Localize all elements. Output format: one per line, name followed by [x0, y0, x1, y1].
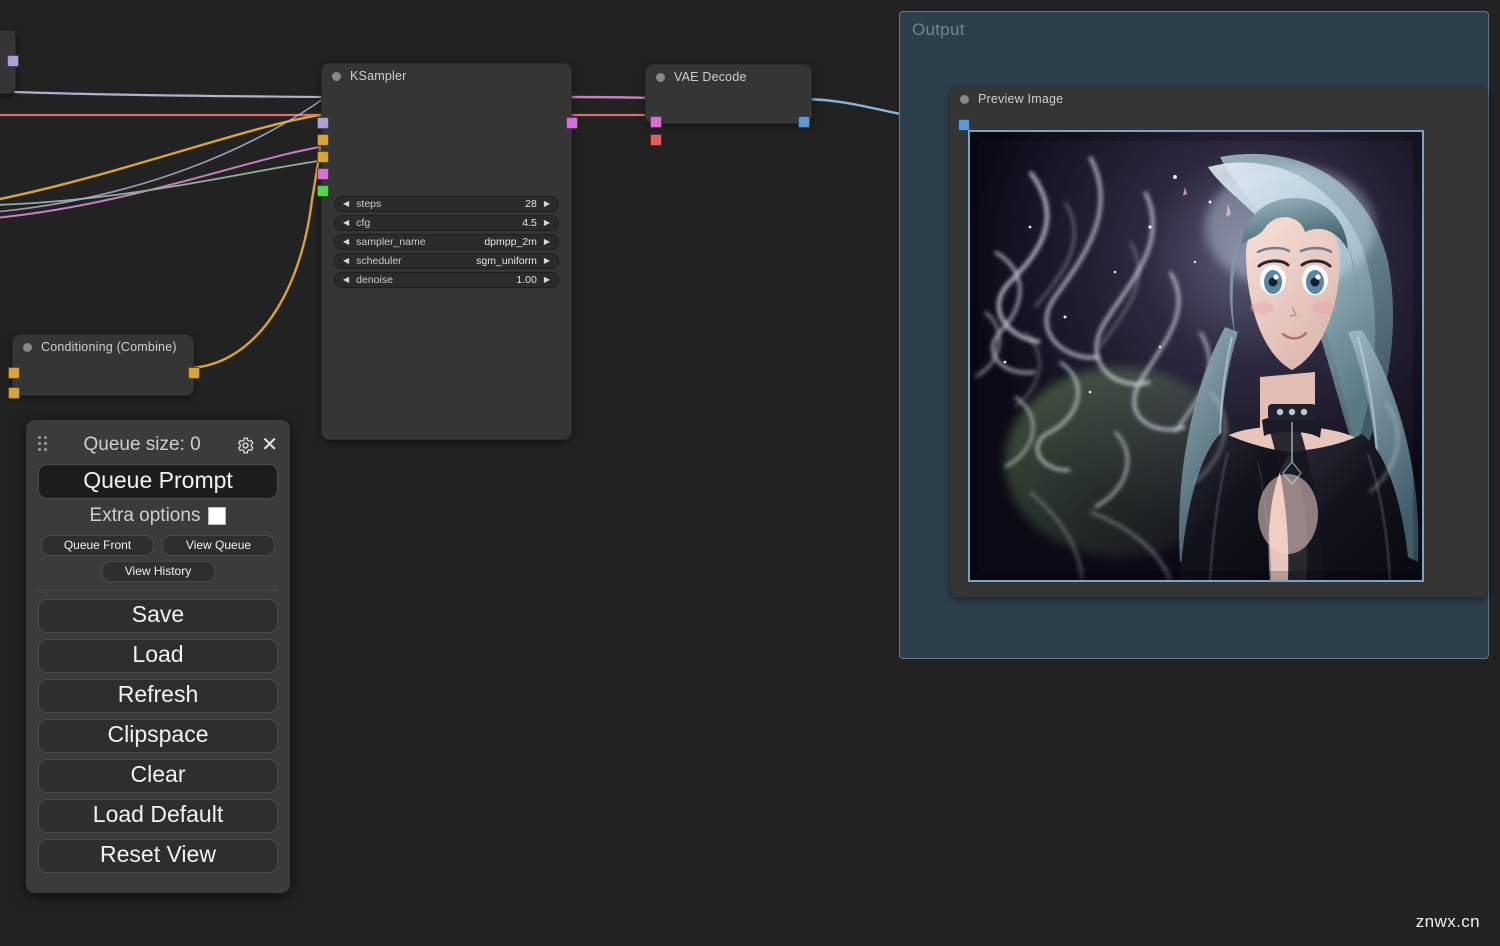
widget-denoise[interactable]: ◀ denoise 1.00 ▶ [334, 272, 559, 288]
reset-view-button[interactable]: Reset View [38, 839, 278, 873]
widget-cfg-value: 4.5 [522, 217, 537, 229]
node-title-text: VAE Decode [674, 70, 747, 84]
view-history-button[interactable]: View History [101, 561, 215, 582]
chevron-left-icon[interactable]: ◀ [343, 219, 349, 227]
extra-options-checkbox[interactable] [208, 507, 227, 525]
collapse-dot-icon[interactable] [332, 71, 341, 81]
slot-output-conditioning[interactable] [188, 367, 200, 379]
preview-artwork [970, 132, 1422, 580]
node-partial-left-body [0, 31, 19, 69]
slot-output-model[interactable] [7, 55, 19, 67]
chevron-right-icon[interactable]: ▶ [544, 257, 550, 265]
queue-size-label: Queue size: 0 [83, 434, 201, 455]
refresh-button[interactable]: Refresh [38, 679, 278, 713]
clipspace-button[interactable]: Clipspace [38, 719, 278, 753]
node-vae-decode-title: VAE Decode [646, 65, 811, 89]
load-button[interactable]: Load [38, 639, 278, 673]
graph-canvas[interactable]: Output Conditioning (Combine) KSampler ◀… [0, 0, 1500, 946]
node-ksampler[interactable]: KSampler ◀ steps 28 ▶ ◀ cfg 4.5 ▶ ◀ samp… [317, 63, 578, 440]
view-queue-button[interactable]: View Queue [162, 535, 275, 556]
slot-input-conditioning-1[interactable] [8, 367, 20, 379]
extra-options-label: Extra options [89, 505, 201, 526]
watermark: znwx.cn [1415, 912, 1480, 931]
queue-front-button[interactable]: Queue Front [41, 535, 154, 556]
node-preview-image-title: Preview Image [950, 87, 1488, 111]
chevron-right-icon[interactable]: ▶ [544, 219, 550, 227]
node-title-text: Preview Image [978, 92, 1064, 106]
collapse-dot-icon[interactable] [23, 342, 32, 352]
extra-options-row[interactable]: Extra options [38, 505, 278, 527]
save-button[interactable]: Save [38, 599, 278, 633]
gear-icon[interactable] [236, 436, 255, 455]
queue-buttons-row: Queue Front View Queue [38, 535, 278, 556]
slot-input-conditioning-2[interactable] [8, 387, 20, 399]
slot-input-negative[interactable] [317, 151, 329, 163]
widget-steps[interactable]: ◀ steps 28 ▶ [334, 196, 559, 212]
node-conditioning-combine[interactable]: Conditioning (Combine) [8, 334, 200, 399]
widget-sampler-name-label: sampler_name [356, 236, 426, 248]
chevron-left-icon[interactable]: ◀ [343, 238, 349, 246]
menu-header: Queue size: 0 ✕ [38, 428, 278, 462]
widget-scheduler-value: sgm_uniform [476, 255, 537, 267]
chevron-right-icon[interactable]: ▶ [544, 276, 550, 284]
node-ksampler-title: KSampler [322, 64, 571, 88]
menu-divider [38, 590, 278, 591]
widget-sampler-name[interactable]: ◀ sampler_name dpmpp_2m ▶ [334, 234, 559, 250]
chevron-right-icon[interactable]: ▶ [544, 238, 550, 246]
widget-denoise-value: 1.00 [516, 274, 537, 286]
node-title-text: KSampler [350, 69, 407, 83]
slot-output-latent[interactable] [566, 117, 578, 129]
chevron-left-icon[interactable]: ◀ [343, 276, 349, 284]
widget-steps-label: steps [356, 198, 382, 210]
widget-scheduler-label: scheduler [356, 255, 402, 267]
node-conditioning-combine-title: Conditioning (Combine) [13, 335, 193, 359]
group-title: Output [912, 20, 965, 39]
slot-input-vae[interactable] [650, 134, 662, 146]
node-title-text: Conditioning (Combine) [41, 340, 177, 354]
close-icon[interactable]: ✕ [261, 435, 278, 455]
preview-image-canvas[interactable] [968, 130, 1424, 582]
chevron-left-icon[interactable]: ◀ [343, 257, 349, 265]
queue-prompt-button[interactable]: Queue Prompt [38, 464, 278, 499]
widget-denoise-label: denoise [356, 274, 393, 286]
slot-input-positive[interactable] [317, 134, 329, 146]
chevron-right-icon[interactable]: ▶ [544, 200, 550, 208]
slot-input-samples[interactable] [650, 116, 662, 128]
widget-cfg-label: cfg [356, 217, 371, 229]
chevron-left-icon[interactable]: ◀ [343, 200, 349, 208]
clear-button[interactable]: Clear [38, 759, 278, 793]
node-vae-decode[interactable]: VAE Decode [645, 64, 812, 146]
widget-scheduler[interactable]: ◀ scheduler sgm_uniform ▶ [334, 253, 559, 269]
node-partial-left[interactable] [0, 30, 19, 94]
slot-input-model[interactable] [317, 117, 329, 129]
slot-output-image[interactable] [798, 116, 810, 128]
widget-steps-value: 28 [525, 198, 537, 210]
slot-input-seed[interactable] [317, 185, 329, 197]
collapse-dot-icon[interactable] [656, 72, 665, 82]
node-ksampler-body: ◀ steps 28 ▶ ◀ cfg 4.5 ▶ ◀ sampler_name … [317, 88, 578, 439]
widget-sampler-name-value: dpmpp_2m [484, 236, 537, 248]
collapse-dot-icon[interactable] [960, 94, 969, 104]
load-default-button[interactable]: Load Default [38, 799, 278, 833]
node-vae-decode-body [646, 89, 811, 146]
node-conditioning-combine-body [8, 359, 200, 399]
slot-input-latent-image[interactable] [317, 168, 329, 180]
comfy-menu-panel[interactable]: Queue size: 0 ✕ Queue Prompt Extra optio… [26, 420, 290, 893]
widget-cfg[interactable]: ◀ cfg 4.5 ▶ [334, 215, 559, 231]
node-preview-image[interactable]: Preview Image [950, 87, 1488, 597]
